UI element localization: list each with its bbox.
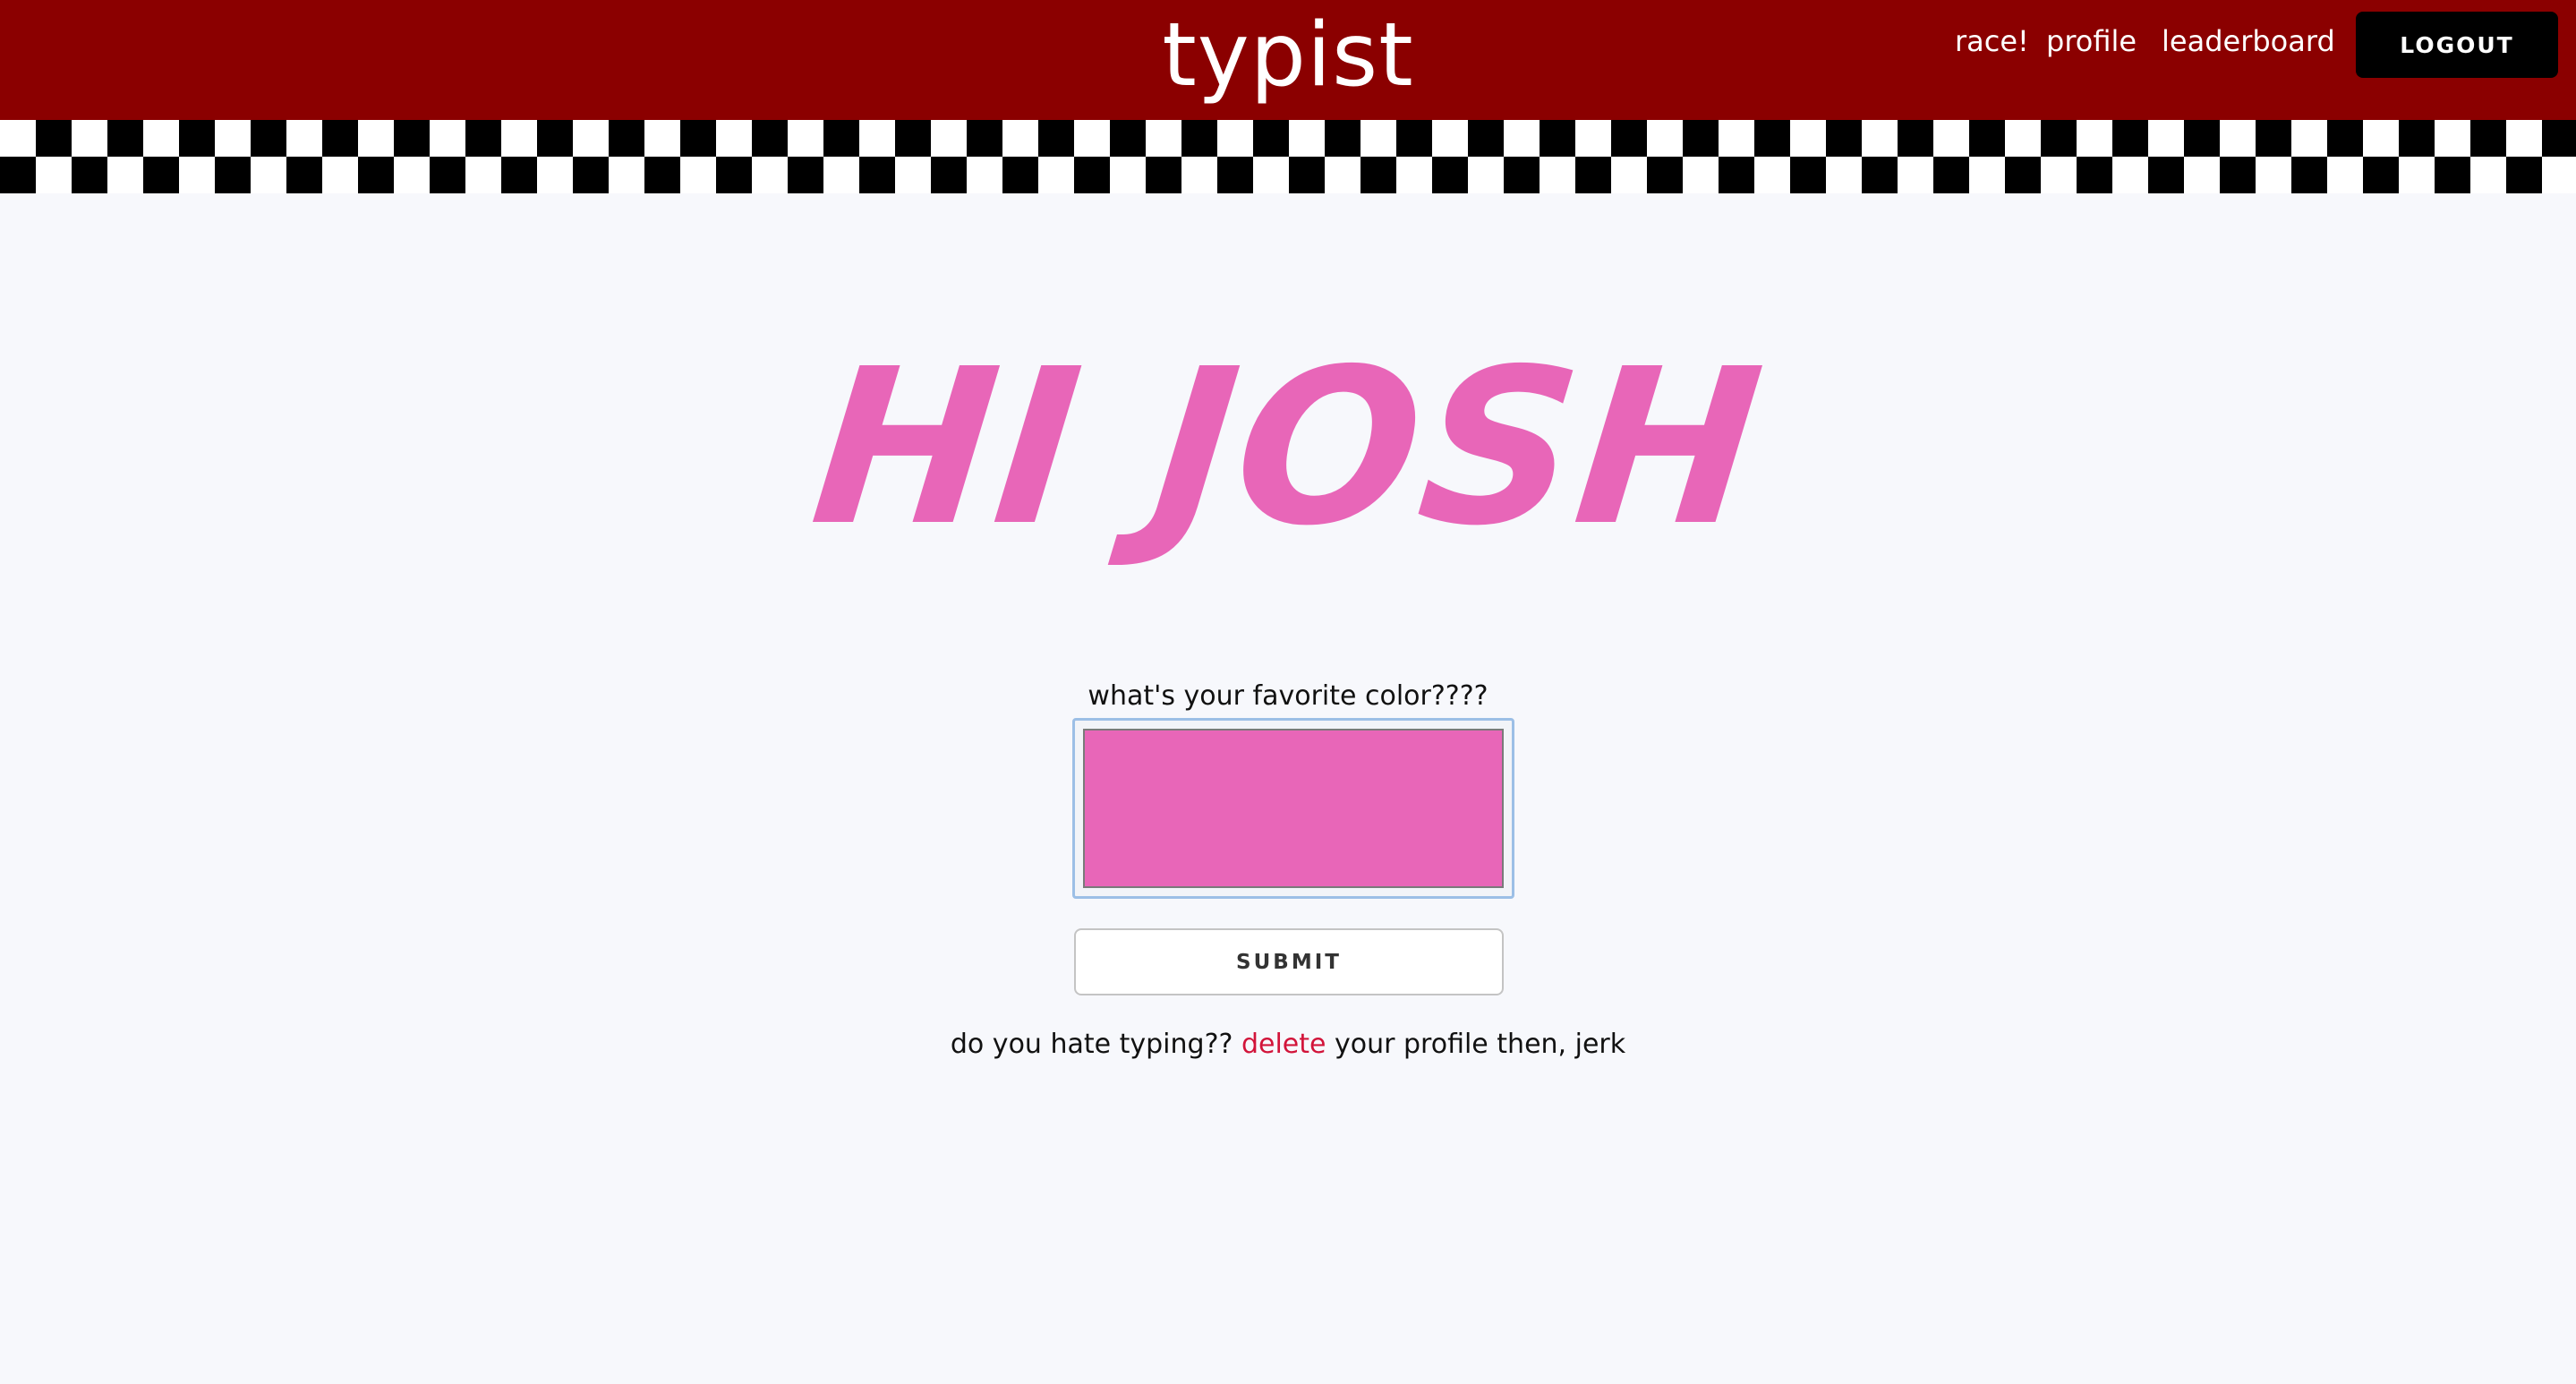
- submit-button[interactable]: SUBMIT: [1074, 928, 1504, 995]
- color-picker[interactable]: [1072, 718, 1514, 899]
- logout-button[interactable]: LOGOUT: [2356, 12, 2558, 78]
- delete-profile-message: do you hate typing?? delete your profile…: [0, 1026, 2576, 1064]
- delete-profile-link[interactable]: delete: [1241, 1029, 1326, 1060]
- navbar: typist race! profile leaderboard LOGOUT: [0, 0, 2576, 120]
- nav-link-leaderboard[interactable]: leaderboard: [2162, 20, 2335, 63]
- delete-prefix-text: do you hate typing??: [950, 1029, 1241, 1060]
- nav-link-profile[interactable]: profile: [2046, 20, 2137, 63]
- checkered-flag-banner: [0, 120, 2576, 193]
- color-swatch[interactable]: [1083, 729, 1504, 888]
- delete-suffix-text: your profile then, jerk: [1326, 1029, 1626, 1060]
- greeting-title: HI JOSH: [802, 322, 1774, 573]
- nav-link-race[interactable]: race!: [1955, 20, 2029, 63]
- favorite-color-label: what's your favorite color????: [1088, 680, 1488, 712]
